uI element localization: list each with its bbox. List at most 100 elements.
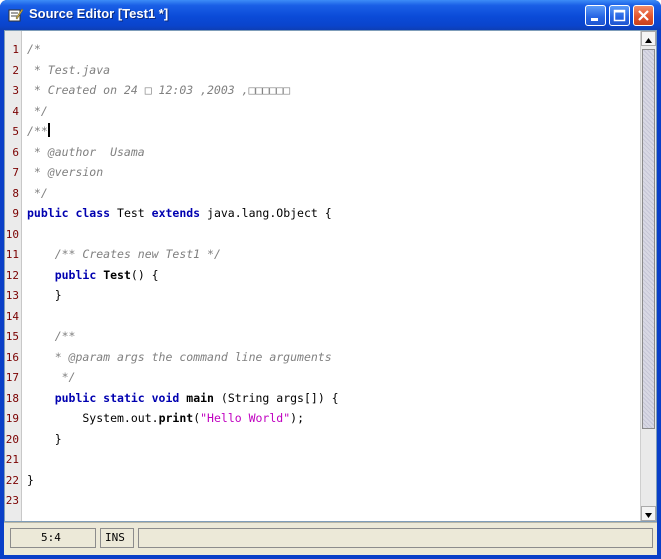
editor-document-icon bbox=[8, 8, 23, 22]
code-token: print bbox=[158, 411, 194, 425]
code-text: * @author Usama bbox=[27, 142, 145, 163]
window-title: Source Editor [Test1 *] bbox=[29, 6, 169, 21]
code-line[interactable]: 7 * @version bbox=[5, 162, 641, 183]
line-number: 7 bbox=[12, 166, 19, 179]
code-text: /** Creates new Test1 */ bbox=[27, 244, 221, 265]
code-line[interactable]: 16 * @param args the command line argume… bbox=[5, 347, 641, 368]
close-button[interactable] bbox=[633, 5, 654, 26]
close-icon bbox=[638, 10, 649, 21]
minimize-button[interactable] bbox=[585, 5, 606, 26]
code-editor[interactable]: 1/* 2 * Test.java 3 * Created on 24 □ 12:0… bbox=[4, 30, 657, 522]
code-line[interactable]: 11 /** Creates new Test1 */ bbox=[5, 244, 641, 265]
keyword: extends bbox=[151, 206, 201, 220]
code-line[interactable]: 20 } bbox=[5, 429, 641, 450]
code-line[interactable]: 17 */ bbox=[5, 367, 641, 388]
scrollbar-thumb[interactable] bbox=[642, 49, 655, 429]
line-number: 14 bbox=[5, 309, 19, 323]
code-token: } bbox=[27, 472, 34, 487]
code-token: Test bbox=[110, 206, 152, 220]
code-line[interactable]: 8 */ bbox=[5, 183, 641, 204]
code-token: } bbox=[27, 288, 62, 302]
code-line[interactable]: 14 bbox=[5, 306, 641, 327]
caret-position: 5:4 bbox=[10, 528, 96, 548]
comment: * @author Usama bbox=[27, 144, 145, 159]
code-line[interactable]: 5 /** bbox=[5, 121, 641, 142]
code-line[interactable]: 3 * Created on 24 □ 12:03 ,2003 ,□□□□□□ bbox=[5, 80, 641, 101]
code-text: /** bbox=[27, 121, 50, 142]
code-lines: 1/* 2 * Test.java 3 * Created on 24 □ 12:0… bbox=[5, 39, 641, 511]
line-number: 18 bbox=[5, 391, 19, 405]
line-number: 9 bbox=[12, 207, 19, 220]
keyword: public class bbox=[27, 206, 111, 220]
code-token: ); bbox=[290, 411, 304, 425]
code-text: public class Test extends java.lang.Obje… bbox=[27, 203, 332, 224]
scroll-up-button[interactable] bbox=[641, 31, 656, 46]
code-line[interactable]: 10 bbox=[5, 224, 641, 245]
comment: * Test.java bbox=[27, 62, 111, 77]
code-line[interactable]: 13 } bbox=[5, 285, 641, 306]
scroll-down-arrow-icon bbox=[645, 513, 652, 518]
code-token: Test bbox=[103, 267, 131, 282]
maximize-button[interactable] bbox=[609, 5, 630, 26]
code-text: public static void main (String args[]) … bbox=[27, 388, 339, 409]
line-number: 3 bbox=[12, 84, 19, 97]
code-line[interactable]: 23 bbox=[5, 490, 641, 511]
code-line[interactable]: 9 public class Test extends java.lang.Obj… bbox=[5, 203, 641, 224]
code-text: * @version bbox=[27, 162, 103, 183]
line-number: 17 bbox=[5, 371, 19, 384]
code-line[interactable]: 19 System.out.print("Hello World"); bbox=[5, 408, 641, 429]
code-text: } bbox=[27, 429, 62, 450]
code-line[interactable]: 12 public Test() { bbox=[5, 265, 641, 286]
minimize-icon bbox=[591, 18, 598, 21]
line-number: 16 bbox=[5, 350, 19, 364]
code-text: */ bbox=[27, 367, 76, 388]
code-text: * Created on 24 □ 12:03 ,2003 ,□□□□□□ bbox=[27, 80, 290, 101]
code-text: * Test.java bbox=[27, 60, 110, 81]
vertical-scrollbar[interactable] bbox=[640, 31, 656, 521]
code-text: System.out.print("Hello World"); bbox=[27, 408, 304, 429]
code-text: */ bbox=[27, 183, 48, 204]
line-number: 22 bbox=[5, 473, 19, 487]
maximize-icon bbox=[613, 9, 626, 22]
line-number: 6 bbox=[12, 145, 19, 159]
insert-mode-indicator: INS bbox=[100, 528, 134, 548]
code-text: /** bbox=[27, 326, 76, 347]
comment: * Created on 24 □ 12:03 ,2003 ,□□□□□□ bbox=[27, 83, 291, 97]
code-line[interactable]: 4 */ bbox=[5, 101, 641, 122]
comment: */ bbox=[27, 185, 48, 200]
line-number: 15 bbox=[5, 330, 19, 343]
scroll-up-arrow-icon bbox=[645, 38, 652, 43]
code-line[interactable]: 1 /* bbox=[5, 39, 641, 60]
code-text: */ bbox=[27, 101, 48, 122]
code-text: public Test() { bbox=[27, 265, 159, 286]
source-editor-window: Source Editor [Test1 *] 1 /* 2 * Test.java… bbox=[0, 0, 661, 559]
line-number: 5 bbox=[12, 125, 19, 138]
line-number: 4 bbox=[12, 104, 19, 118]
code-line[interactable]: 2 * Test.java bbox=[5, 60, 641, 81]
status-message-area bbox=[138, 528, 653, 548]
line-number: 19 bbox=[5, 412, 19, 425]
keyword: public bbox=[54, 267, 97, 282]
code-line[interactable]: 6 * @author Usama bbox=[5, 142, 641, 163]
title-bar[interactable]: Source Editor [Test1 *] bbox=[0, 0, 661, 30]
scroll-down-button[interactable] bbox=[641, 506, 656, 521]
comment: * @param args the command line arguments bbox=[54, 349, 332, 364]
code-token: (String args[]) { bbox=[213, 390, 339, 405]
line-number: 23 bbox=[5, 494, 19, 507]
code-line[interactable]: 15 /** bbox=[5, 326, 641, 347]
comment: */ bbox=[27, 103, 48, 118]
comment: */ bbox=[61, 370, 76, 384]
comment: /** Creates new Test1 */ bbox=[54, 247, 221, 261]
code-line[interactable]: 18 public static void main (String args[… bbox=[5, 388, 641, 409]
code-text: * @param args the command line arguments bbox=[27, 347, 332, 368]
code-text: /* bbox=[27, 39, 41, 60]
code-line[interactable]: 21 bbox=[5, 449, 641, 470]
code-line[interactable]: 22} bbox=[5, 470, 641, 491]
comment: /** bbox=[54, 329, 76, 343]
line-number: 11 bbox=[5, 248, 19, 261]
